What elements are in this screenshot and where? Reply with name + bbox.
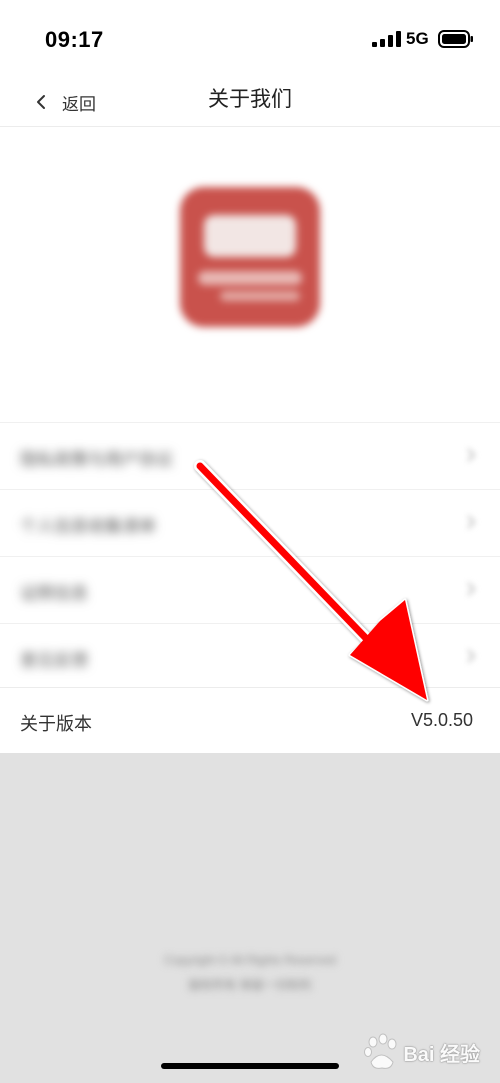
nav-bar: 返回 关于我们 — [0, 78, 500, 127]
signal-icon — [372, 31, 401, 47]
menu-item-label: 意见反馈 — [20, 651, 88, 670]
footer-rights: 版权所有 保留一切权利 — [188, 978, 312, 992]
version-value: V5.0.50 — [410, 710, 473, 730]
menu-item-info-list[interactable]: 个人信息收集清单 — [0, 489, 500, 556]
menu-item-license[interactable]: 证照信息 — [0, 556, 500, 623]
status-bar: 09:17 5G — [0, 0, 500, 78]
menu-item-label: 证照信息 — [20, 584, 88, 603]
network-label: 5G — [406, 29, 429, 48]
app-logo — [180, 187, 320, 327]
page-title: 关于我们 — [208, 88, 292, 111]
footer-copyright: Copyright © All Rights Reserved — [164, 953, 336, 967]
menu-item-label: 隐私政策与用户协议 — [20, 450, 173, 469]
watermark-text: Bai 经验 — [403, 1043, 480, 1066]
menu-item-feedback[interactable]: 意见反馈 — [0, 623, 500, 690]
chevron-right-icon — [467, 515, 476, 529]
home-indicator — [161, 1063, 339, 1069]
version-row[interactable]: 关于版本 V5.0.50 — [0, 687, 500, 753]
chevron-right-icon — [467, 582, 476, 596]
battery-icon — [438, 30, 473, 48]
status-time: 09:17 — [45, 27, 104, 52]
watermark: Bai 经验 — [361, 1032, 480, 1072]
menu-item-privacy-policy[interactable]: 隐私政策与用户协议 — [0, 422, 500, 489]
chevron-right-icon — [467, 448, 476, 462]
chevron-right-icon — [467, 649, 476, 663]
paw-icon — [364, 1033, 397, 1069]
menu-item-label: 个人信息收集清单 — [20, 517, 156, 536]
menu-list: 隐私政策与用户协议 个人信息收集清单 证照信息 意见反馈 — [0, 422, 500, 690]
version-label: 关于版本 — [20, 714, 92, 734]
